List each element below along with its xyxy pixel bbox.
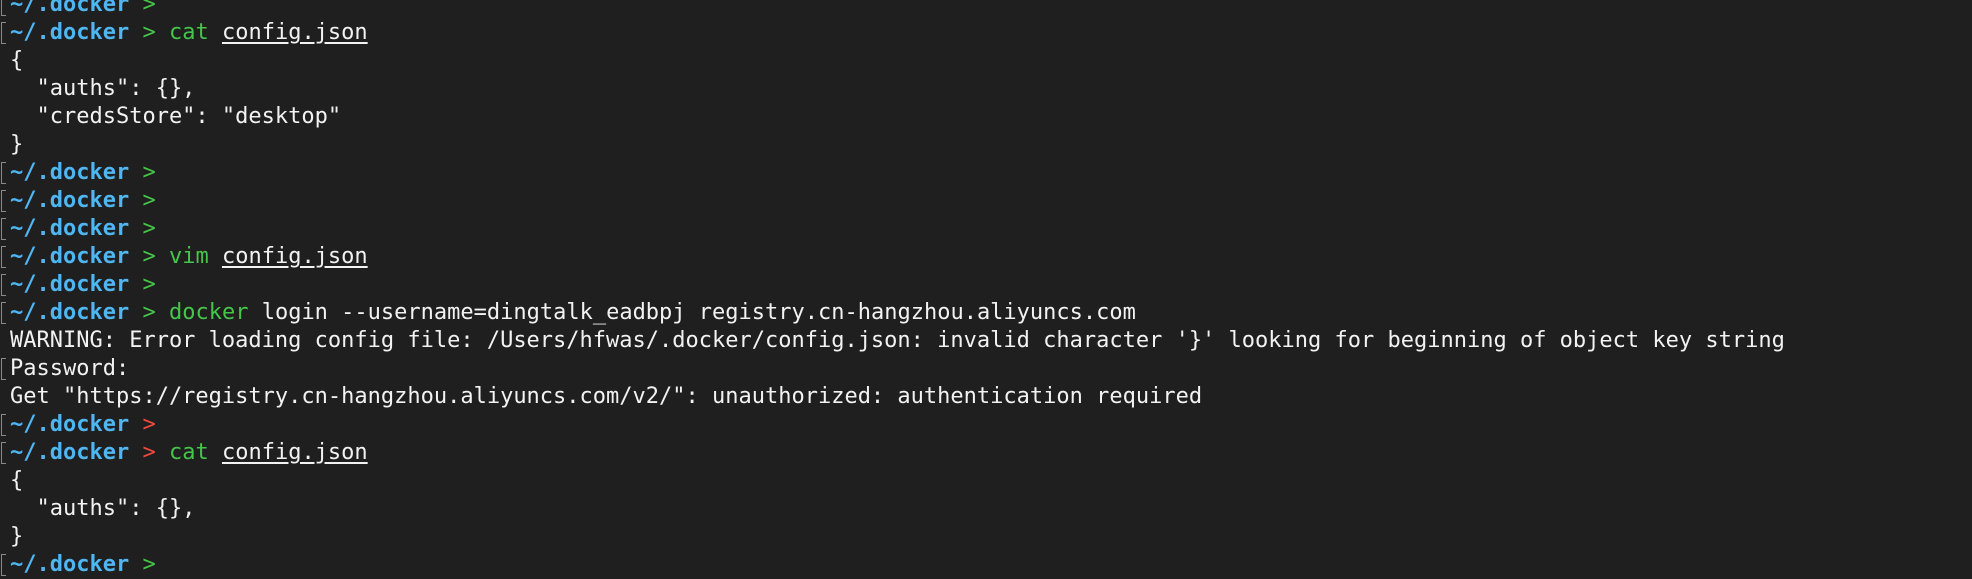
- prompt-arrow: >: [142, 188, 156, 213]
- line-marker: [1, 274, 6, 296]
- prompt-line: ~/.docker > vim config.json: [0, 243, 1972, 271]
- output-line: {: [0, 47, 1972, 75]
- output-text: {: [10, 48, 24, 73]
- prompt-line: ~/.docker >: [0, 271, 1972, 299]
- prompt-arrow: >: [142, 216, 156, 241]
- prompt-arrow: >: [142, 300, 156, 325]
- command-arguments: config.json: [221, 440, 368, 465]
- prompt-arrow-error: >: [142, 440, 156, 465]
- output-text: Get "https://registry.cn-hangzhou.aliyun…: [10, 384, 1203, 409]
- command-arguments: config.json: [221, 244, 368, 269]
- command-name: cat: [168, 20, 209, 45]
- output-text: }: [10, 524, 24, 549]
- line-marker: [1, 442, 6, 464]
- prompt-arrow-error: >: [142, 412, 156, 437]
- command-arguments: config.json: [221, 20, 368, 45]
- output-line: }: [0, 131, 1972, 159]
- output-line: "auths": {},: [0, 75, 1972, 103]
- prompt-line: ~/.docker >: [0, 159, 1972, 187]
- output-line: "credsStore": "desktop": [0, 103, 1972, 131]
- prompt-directory: ~/.docker: [10, 244, 130, 269]
- prompt-directory: ~/.docker: [10, 272, 130, 297]
- prompt-arrow: >: [142, 20, 156, 45]
- prompt-arrow: >: [142, 272, 156, 297]
- prompt-line: ~/.docker >: [0, 0, 1972, 19]
- prompt-directory: ~/.docker: [10, 0, 130, 17]
- prompt-line: ~/.docker >: [0, 551, 1972, 579]
- output-text: "auths": {},: [10, 496, 196, 521]
- prompt-directory: ~/.docker: [10, 160, 130, 185]
- output-line: }: [0, 523, 1972, 551]
- prompt-line: ~/.docker > docker login --username=ding…: [0, 299, 1972, 327]
- line-marker: [1, 218, 6, 240]
- command-name: vim: [168, 244, 209, 269]
- line-marker: [1, 0, 6, 16]
- output-text: "auths": {},: [10, 76, 196, 101]
- output-line: Get "https://registry.cn-hangzhou.aliyun…: [0, 383, 1972, 411]
- output-line: WARNING: Error loading config file: /Use…: [0, 327, 1972, 355]
- line-marker: [1, 554, 6, 576]
- prompt-line: ~/.docker >: [0, 215, 1972, 243]
- prompt-directory: ~/.docker: [10, 440, 130, 465]
- command-arguments: login --username=dingtalk_eadbpj registr…: [261, 300, 1136, 325]
- output-text: {: [10, 468, 24, 493]
- prompt-directory: ~/.docker: [10, 300, 130, 325]
- output-line: Password:: [0, 355, 1972, 383]
- line-marker: [1, 302, 6, 324]
- prompt-directory: ~/.docker: [10, 20, 130, 45]
- output-line: {: [0, 467, 1972, 495]
- prompt-directory: ~/.docker: [10, 188, 130, 213]
- line-marker: [1, 22, 6, 44]
- command-name: docker: [168, 300, 249, 325]
- prompt-line: ~/.docker > cat config.json: [0, 439, 1972, 467]
- prompt-line: ~/.docker > cat config.json: [0, 19, 1972, 47]
- line-marker: [1, 162, 6, 184]
- prompt-line: ~/.docker >: [0, 411, 1972, 439]
- prompt-arrow: >: [142, 552, 156, 577]
- line-marker: [1, 190, 6, 212]
- line-marker: [1, 358, 6, 380]
- output-text: }: [10, 132, 24, 157]
- prompt-arrow: >: [142, 244, 156, 269]
- line-marker: [1, 246, 6, 268]
- prompt-arrow: >: [142, 0, 156, 17]
- command-name: cat: [168, 440, 209, 465]
- output-text: "credsStore": "desktop": [10, 104, 342, 129]
- prompt-directory: ~/.docker: [10, 216, 130, 241]
- output-text: Password:: [10, 356, 130, 381]
- prompt-line: ~/.docker >: [0, 187, 1972, 215]
- prompt-directory: ~/.docker: [10, 412, 130, 437]
- prompt-arrow: >: [142, 160, 156, 185]
- output-text: WARNING: Error loading config file: /Use…: [10, 328, 1785, 353]
- line-marker: [1, 414, 6, 436]
- output-line: "auths": {},: [0, 495, 1972, 523]
- prompt-directory: ~/.docker: [10, 552, 130, 577]
- terminal-window[interactable]: ~/.docker > ~/.docker > cat config.json{ …: [0, 0, 1972, 579]
